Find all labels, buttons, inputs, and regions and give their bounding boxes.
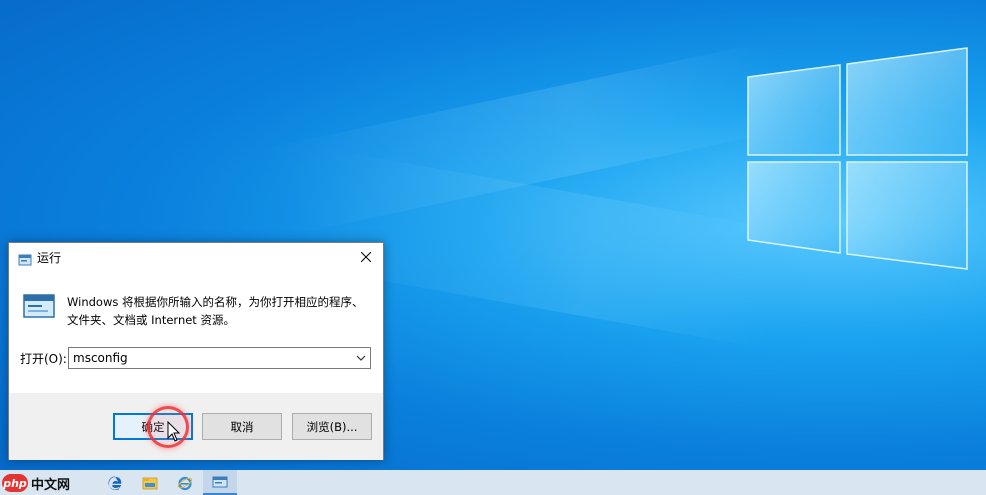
taskbar: php 中文网 xyxy=(0,470,986,495)
description-line: Windows 将根据你所输入的名称，为你打开相应的程序、 xyxy=(67,295,364,309)
open-combobox[interactable] xyxy=(68,347,371,369)
edge-icon xyxy=(108,476,122,490)
cancel-button[interactable]: 取消 xyxy=(202,413,282,440)
windows-logo-icon xyxy=(745,45,970,270)
watermark-text: 中文网 xyxy=(31,477,71,493)
mouse-cursor-icon xyxy=(167,421,181,442)
chevron-down-icon[interactable] xyxy=(355,353,367,363)
open-input[interactable] xyxy=(69,348,349,368)
run-icon xyxy=(22,292,56,320)
dialog-title: 运行 xyxy=(37,251,62,265)
ie-icon xyxy=(177,476,193,490)
taskbar-item-ie[interactable] xyxy=(168,470,202,495)
close-icon xyxy=(361,252,371,262)
watermark-logo: php xyxy=(2,474,28,492)
run-icon xyxy=(212,476,228,487)
file-explorer-icon xyxy=(142,477,158,489)
run-icon xyxy=(18,251,32,266)
dialog-description: Windows 将根据你所输入的名称，为你打开相应的程序、 文件夹、文档或 In… xyxy=(67,293,377,329)
taskbar-item-run[interactable] xyxy=(203,470,237,495)
browse-button[interactable]: 浏览(B)... xyxy=(292,413,372,440)
run-dialog: 运行 Windows 将根据你所输入的名称，为你打开相应的程序、 文件夹、文档或… xyxy=(8,242,384,460)
open-label: 打开(O): xyxy=(20,352,67,366)
close-button[interactable] xyxy=(349,243,383,271)
dialog-titlebar[interactable]: 运行 xyxy=(9,243,383,271)
taskbar-item-file-explorer[interactable] xyxy=(133,470,167,495)
watermark: php 中文网 xyxy=(2,473,70,493)
description-line: 文件夹、文档或 Internet 资源。 xyxy=(67,313,235,327)
taskbar-item-edge[interactable] xyxy=(98,470,132,495)
dialog-footer: 确定 取消 浏览(B)... xyxy=(9,393,383,460)
